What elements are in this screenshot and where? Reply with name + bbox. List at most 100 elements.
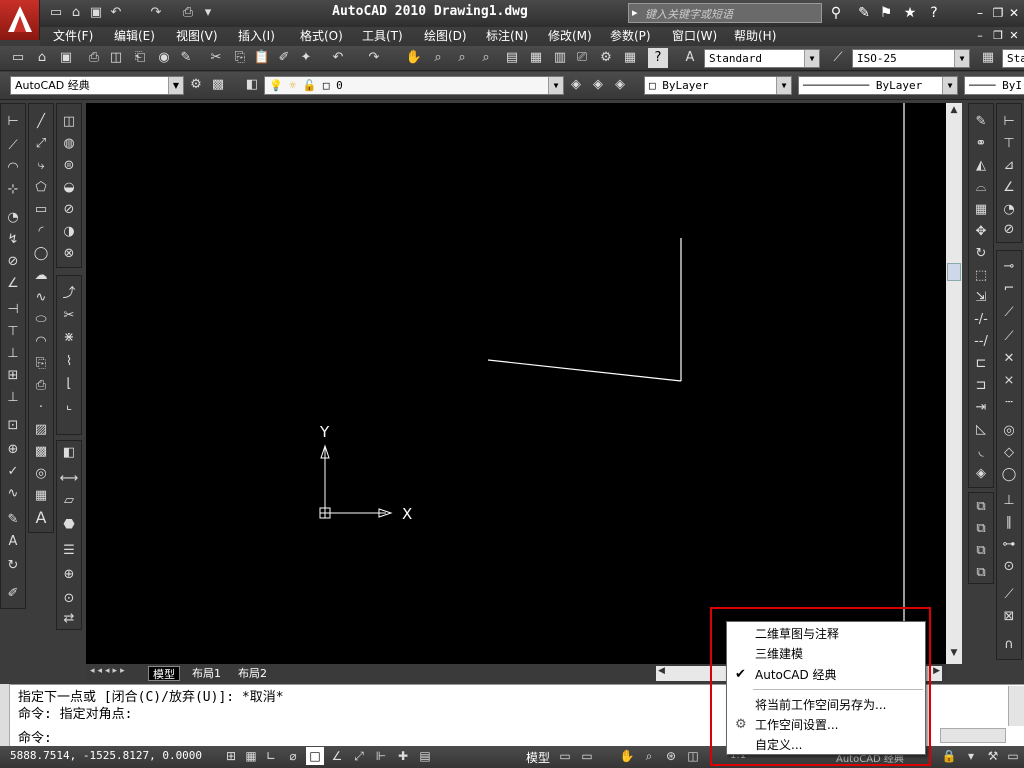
command-grip[interactable] [0,684,10,746]
fillet-icon[interactable]: ⌞ [59,396,79,416]
horizontal-constraint-icon[interactable]: ⊢ [999,112,1019,132]
join-icon[interactable]: ⌇ [59,352,79,372]
redo-icon[interactable]: ↷ [364,48,384,68]
snap-nearest-icon[interactable]: ⟋ [999,585,1019,605]
publish-icon[interactable]: ⎗ [130,48,150,68]
lineweight-icon[interactable]: ▤ [416,747,434,765]
workspace-settings-icon[interactable]: ⚙ [186,75,206,95]
doc-close-icon[interactable]: ✕ [1004,27,1024,45]
tab-layout1[interactable]: 布局1 [188,666,225,681]
menu-view[interactable]: 视图(V) [176,28,218,45]
quick-view-drawings-icon[interactable]: ▭ [578,747,596,765]
otrack-icon[interactable]: ⤢ [350,747,368,765]
coordinate-readout[interactable]: 5888.7514, -1525.8127, 0.0000 [10,749,202,762]
continue-icon[interactable]: ⊥ [3,344,23,364]
close-icon[interactable]: ✕ [1004,4,1024,22]
snap-endpoint-icon[interactable]: ⟋ [999,303,1019,323]
doc-minimize-icon[interactable]: – [970,27,990,45]
dim-break-icon[interactable]: ⊥ [3,388,23,408]
status-pan-icon[interactable]: ✋ [618,747,636,765]
menu-draw[interactable]: 绘图(D) [424,28,467,45]
chamfer-icon[interactable]: ⌊ [59,374,79,394]
wedge-icon[interactable]: ⊘ [59,200,79,220]
dim-style-icon[interactable]: ✐ [3,584,23,604]
open-file-icon[interactable]: ⌂ [68,5,84,21]
menu-dimension[interactable]: 标注(N) [486,28,528,45]
aligned-dim-icon[interactable]: ⟋ [3,136,23,156]
dim-space-icon[interactable]: ⊞ [3,366,23,386]
ordinate-icon[interactable]: ⊹ [3,180,23,200]
tool-palettes-icon[interactable]: ▥ [550,48,570,68]
print-icon[interactable]: ⎙ [180,5,196,21]
dim-style-icon[interactable]: ⟋ [828,48,848,68]
arc-length-icon[interactable]: ◠ [3,158,23,178]
distance-icon[interactable]: ⟷ [59,469,79,489]
scroll-left-icon[interactable]: ◀ [658,666,665,676]
menu-help[interactable]: 帮助(H) [734,28,776,45]
open-icon[interactable]: ⌂ [32,48,52,68]
toolbar-lock-icon[interactable]: ⚒ [984,747,1002,765]
steering-wheel-icon[interactable]: ⊛ [662,747,680,765]
sheet-set-icon[interactable]: ✎ [176,48,196,68]
tolerance-icon[interactable]: ⊡ [3,416,23,436]
send-back-icon[interactable]: ⧉ [971,519,991,539]
cut-icon[interactable]: ✂ [206,48,226,68]
scroll-down-icon[interactable]: ▼ [947,648,961,662]
scroll-up-icon[interactable]: ▲ [947,105,961,119]
quick-dim-icon[interactable]: ⊣ [3,300,23,320]
extend-icon[interactable]: ⤴ [59,284,79,304]
undo-icon[interactable]: ↶ [108,5,124,21]
plot-icon[interactable]: ⎙ [84,48,104,68]
scroll-thumb[interactable] [947,263,961,281]
bring-above-icon[interactable]: ⧉ [971,541,991,561]
status-tray-settings-icon[interactable]: ▾ [962,747,980,765]
angular-constraint-icon[interactable]: ∠ [999,178,1019,198]
zoom-window-icon[interactable]: ⌕ [452,48,472,68]
scroll-right-icon[interactable]: ▶ [933,666,940,676]
extend-right-icon[interactable]: --/ [971,332,991,352]
array-icon[interactable]: ▦ [971,200,991,220]
tab-model[interactable]: 模型 [148,666,180,681]
design-center-icon[interactable]: ▦ [526,48,546,68]
properties-icon[interactable]: ▤ [502,48,522,68]
copy-object-icon[interactable]: ⚭ [971,134,991,154]
mtext-icon[interactable]: A [31,508,51,528]
copy-icon[interactable]: ⎘ [230,48,250,68]
angular-icon[interactable]: ∠ [3,274,23,294]
ortho-icon[interactable]: ⌀ [284,747,302,765]
osnap-icon[interactable]: ∠ [328,747,346,765]
trim-right-icon[interactable]: -/- [971,310,991,330]
pyramid-icon[interactable]: ⊗ [59,244,79,264]
stretch-icon[interactable]: ⇲ [971,288,991,308]
rotate-icon[interactable]: ↻ [971,244,991,264]
search-input[interactable]: 键入关键字或短语 [628,3,822,23]
make-block-icon[interactable]: ⎙ [31,376,51,396]
chamfer-right-icon[interactable]: ◺ [971,420,991,440]
showmotion-icon[interactable]: ◫ [684,747,702,765]
break-icon[interactable]: ⋇ [59,328,79,348]
make-current-layer-icon[interactable]: ◈ [566,75,586,95]
layer-properties-icon[interactable]: ◧ [242,75,262,95]
lock-ui-icon[interactable]: 🔒 [940,747,958,765]
explode-icon[interactable]: ◈ [971,464,991,484]
menu-file[interactable]: 文件(F) [53,28,93,45]
calculator-icon[interactable]: ▦ [620,48,640,68]
snap-midpoint-icon[interactable]: ⟋ [999,327,1019,347]
dim-text-edit-icon[interactable]: A [3,532,23,552]
table-icon[interactable]: ▦ [31,486,51,506]
snap-none-icon[interactable]: ⊠ [999,607,1019,627]
layer-previous-icon[interactable]: ◈ [588,75,608,95]
text-style-select[interactable]: Standard ▼ [704,49,820,68]
snap-apparent-icon[interactable]: ⨯ [999,371,1019,391]
infer-constraints-icon[interactable]: ⊞ [222,747,240,765]
cone-icon[interactable]: ◒ [59,178,79,198]
snap-parallel-icon[interactable]: ∥ [999,513,1019,533]
aligned-constraint-icon[interactable]: ⊿ [999,156,1019,176]
help-icon[interactable]: ? [648,48,668,68]
mirror-icon[interactable]: ◭ [971,156,991,176]
tab-layout2[interactable]: 布局2 [234,666,271,681]
fillet-right-icon[interactable]: ◟ [971,442,991,462]
menu-window[interactable]: 窗口(W) [672,28,717,45]
workspace-select[interactable]: AutoCAD 经典 ▼ [10,76,184,95]
drawn-line-1[interactable] [487,359,682,382]
